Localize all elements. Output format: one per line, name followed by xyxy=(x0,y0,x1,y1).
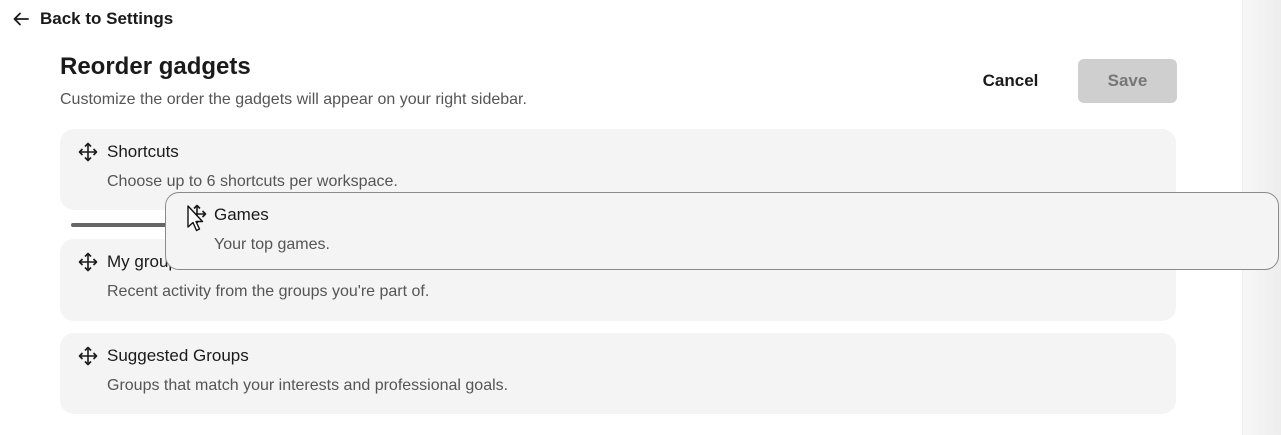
mouse-pointer-icon xyxy=(186,205,206,233)
page-title: Reorder gadgets xyxy=(60,53,251,80)
gadget-description: Recent activity from the groups you're p… xyxy=(107,283,430,300)
gadget-title: Shortcuts xyxy=(107,142,179,161)
page-subtitle: Customize the order the gadgets will app… xyxy=(60,91,527,108)
gadget-title: Games xyxy=(214,205,269,224)
gadget-card-suggested-groups[interactable]: Suggested Groups Groups that match your … xyxy=(60,333,1176,414)
gadget-title: Suggested Groups xyxy=(107,346,249,365)
move-icon[interactable] xyxy=(78,346,98,366)
dragging-gadget-card-games[interactable]: Games Your top games. xyxy=(165,192,1279,270)
reorder-gadgets-page: Back to Settings Reorder gadgets Customi… xyxy=(0,0,1281,435)
cancel-button[interactable]: Cancel xyxy=(968,59,1053,103)
save-button[interactable]: Save xyxy=(1078,59,1177,103)
arrow-left-icon xyxy=(12,10,30,28)
gadget-description: Your top games. xyxy=(214,236,330,253)
move-icon[interactable] xyxy=(78,142,98,162)
gadget-description: Choose up to 6 shortcuts per workspace. xyxy=(107,173,398,190)
move-icon[interactable] xyxy=(78,252,98,272)
back-to-settings-link[interactable]: Back to Settings xyxy=(12,9,173,29)
gadget-description: Groups that match your interests and pro… xyxy=(107,377,509,394)
back-link-label: Back to Settings xyxy=(40,9,174,28)
